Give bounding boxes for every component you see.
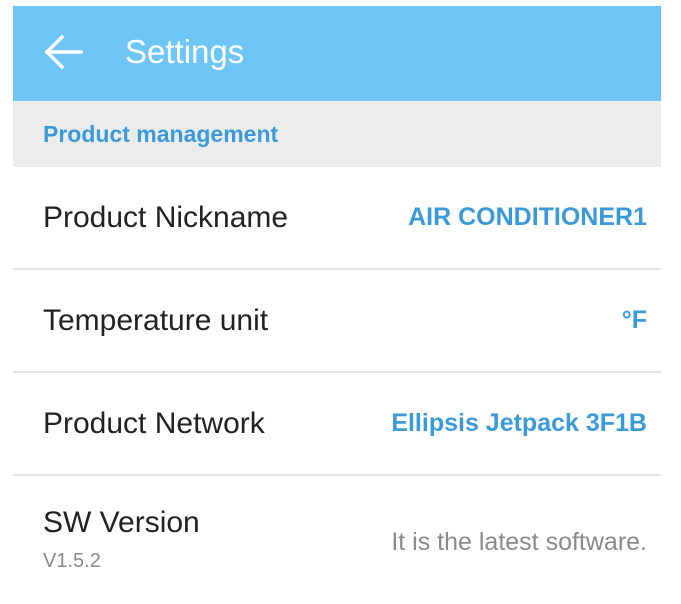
section-header: Product management: [13, 101, 661, 167]
temperature-unit-value: °F: [621, 306, 647, 334]
section-title: Product management: [43, 120, 279, 147]
product-network-value: Ellipsis Jetpack 3F1B: [391, 409, 647, 437]
back-button[interactable]: [41, 32, 85, 72]
product-nickname-row[interactable]: Product Nickname AIR CONDITIONER1: [13, 167, 661, 270]
settings-screen: Settings Product management Product Nick…: [13, 6, 661, 604]
temperature-unit-label: Temperature unit: [43, 303, 269, 337]
temperature-unit-row[interactable]: Temperature unit °F: [13, 270, 661, 373]
sw-update-status: It is the latest software.: [391, 528, 647, 556]
product-network-label: Product Network: [43, 406, 265, 440]
arrow-left-icon: [44, 34, 83, 70]
sw-version-row[interactable]: SW Version V1.5.2 It is the latest softw…: [13, 476, 661, 596]
sw-version-number: V1.5.2: [43, 550, 101, 572]
product-nickname-value: AIR CONDITIONER1: [408, 203, 647, 231]
page-title: Settings: [125, 33, 245, 70]
product-network-row[interactable]: Product Network Ellipsis Jetpack 3F1B: [13, 373, 661, 476]
app-bar: Settings: [13, 6, 661, 101]
sw-version-label: SW Version: [43, 506, 200, 539]
sw-version-info: SW Version V1.5.2: [43, 476, 200, 573]
product-nickname-label: Product Nickname: [43, 200, 289, 234]
